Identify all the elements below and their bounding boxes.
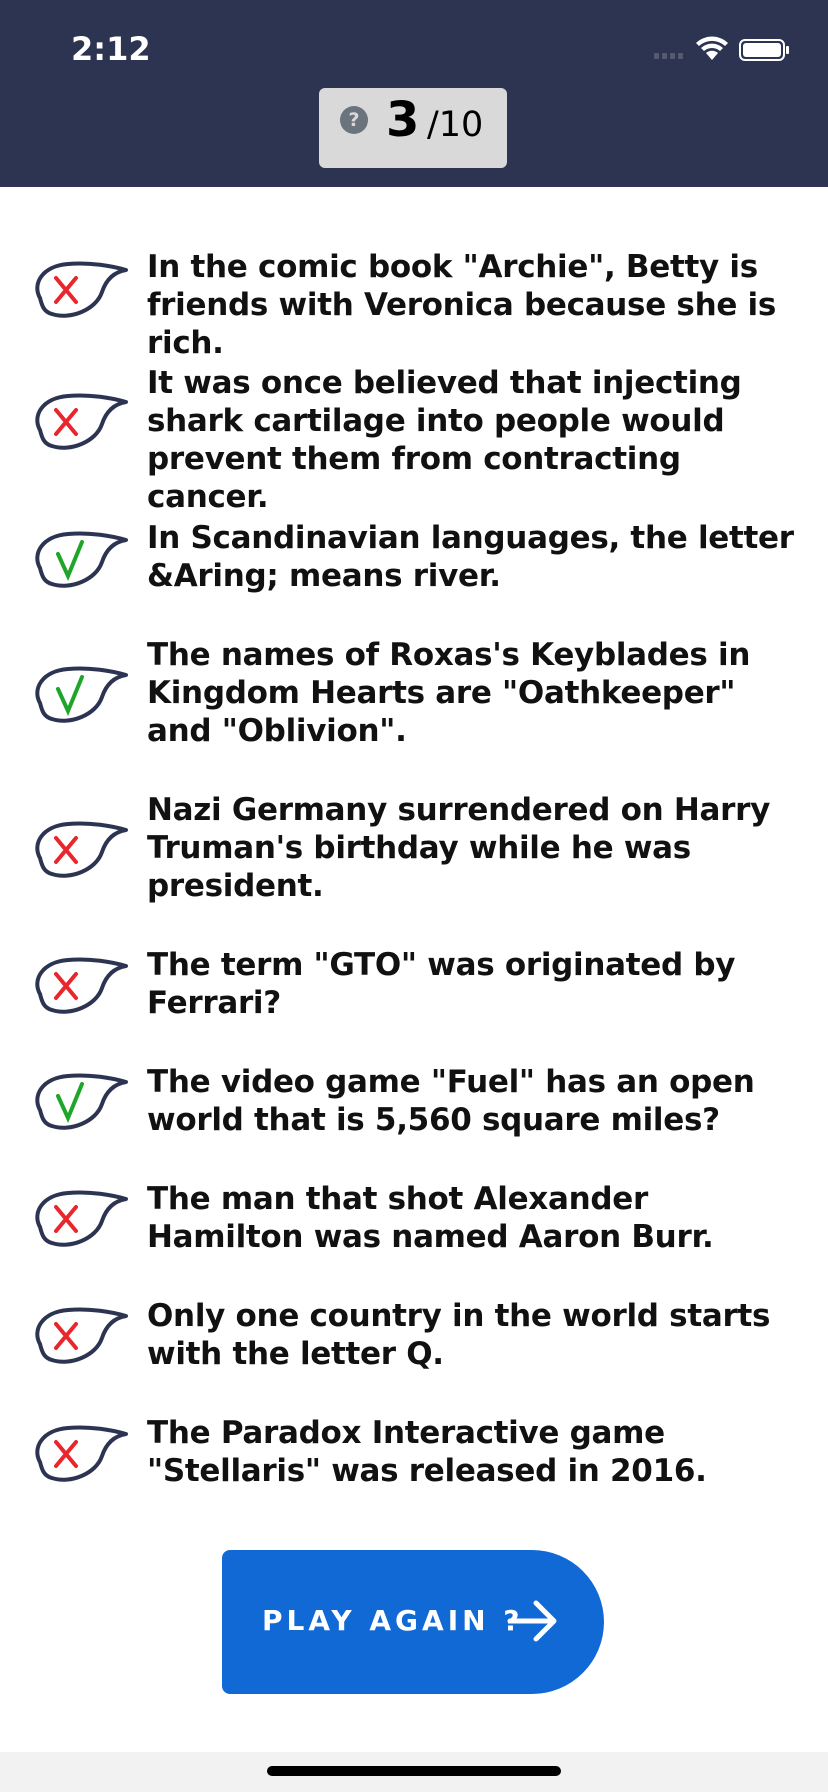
play-again-label: PLAY AGAIN ? bbox=[262, 1604, 524, 1637]
status-time: 2:12 bbox=[71, 30, 151, 68]
cellular-signal-icon bbox=[654, 53, 683, 59]
speech-bubble-icon bbox=[35, 261, 128, 318]
wrong-answer-icon bbox=[35, 1190, 128, 1247]
wrong-answer-icon bbox=[35, 957, 128, 1014]
right-answer-icon bbox=[35, 531, 128, 588]
check-mark-icon bbox=[56, 540, 84, 582]
wrong-answer-icon bbox=[35, 821, 128, 878]
right-answer-icon bbox=[35, 666, 128, 723]
wrong-answer-icon bbox=[35, 261, 128, 318]
speech-bubble-icon bbox=[35, 957, 128, 1014]
score-current: 3 bbox=[386, 92, 420, 148]
right-answer-icon bbox=[35, 1073, 128, 1130]
cross-mark-icon bbox=[54, 276, 78, 304]
home-indicator[interactable] bbox=[267, 1766, 561, 1776]
cross-mark-icon bbox=[54, 408, 78, 436]
result-question: The term "GTO" was originated by Ferrari… bbox=[147, 947, 736, 1021]
speech-bubble-icon bbox=[35, 821, 128, 878]
result-question: Only one country in the world starts wit… bbox=[147, 1298, 771, 1372]
score-total: /10 bbox=[427, 105, 484, 145]
check-mark-icon bbox=[56, 675, 84, 717]
cross-mark-icon bbox=[54, 1440, 78, 1468]
battery-icon bbox=[739, 39, 789, 61]
cross-mark-icon bbox=[54, 836, 78, 864]
help-icon[interactable]: ? bbox=[340, 106, 368, 134]
cross-mark-icon bbox=[54, 1205, 78, 1233]
result-question: The Paradox Interactive game "Stellaris"… bbox=[147, 1415, 707, 1489]
result-question: In Scandinavian languages, the letter &A… bbox=[147, 520, 794, 594]
wifi-icon bbox=[696, 36, 728, 60]
cross-mark-icon bbox=[54, 1322, 78, 1350]
speech-bubble-icon bbox=[35, 393, 128, 450]
result-question: In the comic book "Archie", Betty is fri… bbox=[147, 249, 777, 361]
wrong-answer-icon bbox=[35, 393, 128, 450]
speech-bubble-icon bbox=[35, 1307, 128, 1364]
arrow-right-icon bbox=[507, 1600, 557, 1642]
result-question: The video game "Fuel" has an open world … bbox=[147, 1064, 755, 1138]
result-question: It was once believed that injecting shar… bbox=[147, 365, 742, 515]
wrong-answer-icon bbox=[35, 1425, 128, 1482]
result-question: The names of Roxas's Keyblades in Kingdo… bbox=[147, 637, 751, 749]
result-question: The man that shot Alexander Hamilton was… bbox=[147, 1181, 714, 1255]
wrong-answer-icon bbox=[35, 1307, 128, 1364]
cross-mark-icon bbox=[54, 972, 78, 1000]
check-mark-icon bbox=[56, 1082, 84, 1124]
score-box: ? 3 /10 bbox=[319, 88, 507, 168]
status-icons bbox=[654, 34, 794, 64]
play-again-button[interactable]: PLAY AGAIN ? bbox=[222, 1550, 604, 1694]
speech-bubble-icon bbox=[35, 1190, 128, 1247]
result-question: Nazi Germany surrendered on Harry Truman… bbox=[147, 792, 770, 904]
top-header: 2:12 ? 3 /10 bbox=[0, 0, 828, 187]
speech-bubble-icon bbox=[35, 1425, 128, 1482]
